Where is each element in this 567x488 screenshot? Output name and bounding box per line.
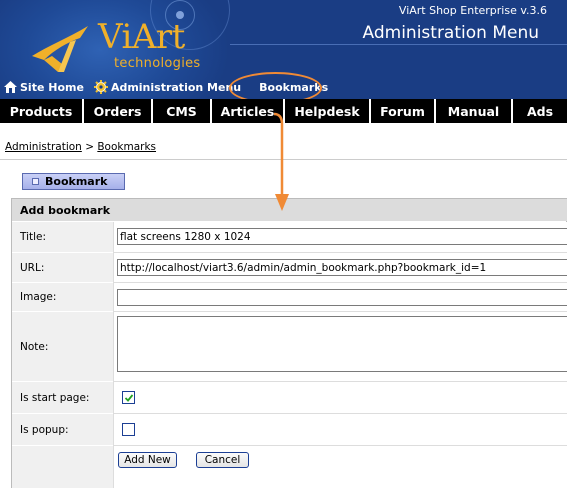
- title-input[interactable]: flat screens 1280 x 1024: [117, 228, 567, 245]
- nav-products[interactable]: Products: [0, 99, 84, 123]
- buttons-cell: Add New Cancel: [113, 446, 567, 488]
- house-icon: [4, 81, 17, 93]
- tab-bullet-icon: [32, 178, 39, 185]
- administration-menu-link[interactable]: Administration Menu: [93, 80, 242, 94]
- image-row: Image:: [12, 283, 567, 312]
- start-page-row: Is start page:: [12, 382, 567, 414]
- buttons-row: Add New Cancel: [12, 446, 567, 488]
- orange-arrow-icon: [273, 112, 289, 211]
- popup-row: Is popup:: [12, 414, 567, 446]
- breadcrumb-administration[interactable]: Administration: [5, 141, 82, 153]
- tab-bookmark[interactable]: Bookmark: [22, 173, 125, 190]
- add-new-button[interactable]: Add New: [118, 452, 177, 468]
- popup-label: Is popup:: [12, 414, 113, 446]
- site-home-label: Site Home: [20, 80, 84, 94]
- site-home-link[interactable]: Site Home: [4, 81, 84, 94]
- viart-logo-icon: [32, 26, 88, 72]
- note-label: Note:: [12, 312, 113, 382]
- breadcrumb-separator: >: [85, 141, 94, 153]
- title-cell: flat screens 1280 x 1024: [113, 222, 567, 253]
- url-cell: http://localhost/viart3.6/admin/admin_bo…: [113, 253, 567, 283]
- nav-ads[interactable]: Ads: [513, 99, 567, 123]
- start-page-cell: [113, 382, 567, 414]
- logo-subtitle: technologies: [114, 56, 201, 71]
- header: ViArt technologies ViArt Shop Enterprise…: [0, 0, 567, 99]
- gear-icon: [93, 80, 108, 94]
- bookmark-form: Add bookmark Title: flat screens 1280 x …: [11, 198, 567, 488]
- url-label: URL:: [12, 253, 113, 283]
- page-title: Administration Menu: [362, 23, 539, 43]
- header-stripe: [230, 44, 567, 45]
- buttons-label-cell: [12, 446, 113, 488]
- popup-checkbox[interactable]: [122, 423, 135, 436]
- title-row: Title: flat screens 1280 x 1024: [12, 222, 567, 253]
- bookmarks-highlight-oval: [229, 72, 322, 99]
- note-row: Note:: [12, 312, 567, 382]
- nav-manual[interactable]: Manual: [436, 99, 513, 123]
- breadcrumb-bookmarks[interactable]: Bookmarks: [97, 141, 156, 153]
- title-label: Title:: [12, 222, 113, 253]
- version-label: ViArt Shop Enterprise v.3.6: [398, 4, 547, 17]
- nav-forum[interactable]: Forum: [371, 99, 436, 123]
- tab-bookmark-label: Bookmark: [45, 175, 108, 188]
- image-label: Image:: [12, 283, 113, 312]
- cancel-button[interactable]: Cancel: [196, 452, 249, 468]
- image-cell: [113, 283, 567, 312]
- note-cell: [113, 312, 567, 382]
- breadcrumb: Administration > Bookmarks: [5, 141, 156, 153]
- logo-text: ViArt: [98, 17, 185, 57]
- image-input[interactable]: [117, 289, 567, 306]
- note-textarea[interactable]: [117, 316, 567, 372]
- nav-orders[interactable]: Orders: [84, 99, 153, 123]
- url-row: URL: http://localhost/viart3.6/admin/adm…: [12, 253, 567, 283]
- popup-cell: [113, 414, 567, 446]
- start-page-label: Is start page:: [12, 382, 113, 414]
- url-input[interactable]: http://localhost/viart3.6/admin/admin_bo…: [117, 259, 567, 276]
- nav-cms[interactable]: CMS: [153, 99, 212, 123]
- checkmark-icon: [124, 393, 133, 402]
- start-page-checkbox[interactable]: [122, 391, 135, 404]
- administration-menu-label: Administration Menu: [110, 80, 242, 94]
